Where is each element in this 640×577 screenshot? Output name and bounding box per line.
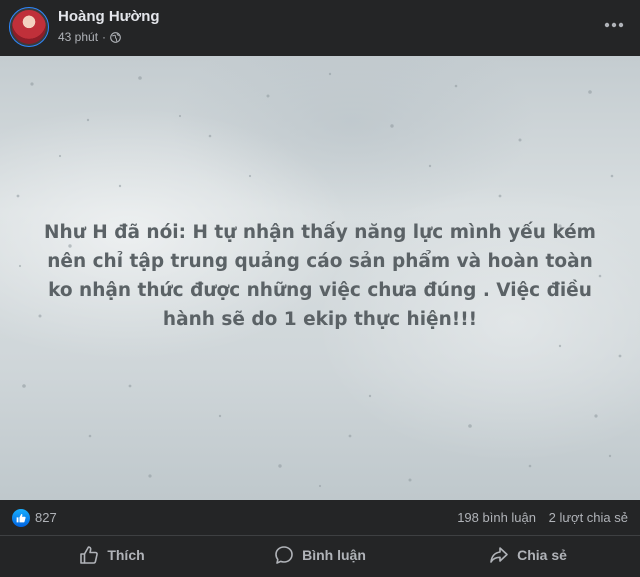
comment-button[interactable]: Bình luận <box>216 538 424 572</box>
comment-button-label: Bình luận <box>302 547 366 563</box>
meta-separator: · <box>102 30 107 44</box>
globe-icon[interactable] <box>110 31 121 43</box>
like-reaction-icon[interactable] <box>12 509 30 527</box>
like-button-label: Thích <box>107 547 145 563</box>
like-button[interactable]: Thích <box>8 538 216 572</box>
caption-line: nên chỉ tập trung quảng cáo sản phẩm và … <box>47 251 593 272</box>
reaction-count[interactable]: 827 <box>35 510 57 525</box>
facebook-post: Hoàng Hường 43 phút · Như H đã nói: H tự… <box>0 0 640 577</box>
post-meta: 43 phút · <box>58 30 121 44</box>
comment-icon <box>274 545 294 565</box>
comment-count[interactable]: 198 bình luận <box>457 510 536 525</box>
caption-line: Như H đã nói: H tự nhận thấy năng lực mì… <box>44 222 596 243</box>
avatar[interactable] <box>10 8 48 46</box>
thumbs-up-icon <box>79 545 99 565</box>
more-horizontal-icon <box>604 15 624 33</box>
caption-line: ko nhận thức được những việc chưa đúng .… <box>48 280 592 301</box>
author-name[interactable]: Hoàng Hường <box>58 8 160 25</box>
post-header: Hoàng Hường 43 phút · <box>0 0 640 56</box>
share-button-label: Chia sẻ <box>517 547 567 563</box>
post-image-caption: Như H đã nói: H tự nhận thấy năng lực mì… <box>20 218 620 334</box>
reactions-bar: 827 198 bình luận 2 lượt chia sẻ <box>0 500 640 536</box>
more-options-button[interactable] <box>602 12 626 36</box>
share-button[interactable]: Chia sẻ <box>424 538 632 572</box>
post-actions: Thích Bình luận Chia sẻ <box>8 538 632 572</box>
caption-line: hành sẽ do 1 ekip thực hiện!!! <box>162 309 478 330</box>
post-image[interactable]: Như H đã nói: H tự nhận thấy năng lực mì… <box>0 56 640 500</box>
post-time[interactable]: 43 phút <box>58 30 98 44</box>
share-count[interactable]: 2 lượt chia sẻ <box>549 510 628 525</box>
share-arrow-icon <box>489 545 509 565</box>
